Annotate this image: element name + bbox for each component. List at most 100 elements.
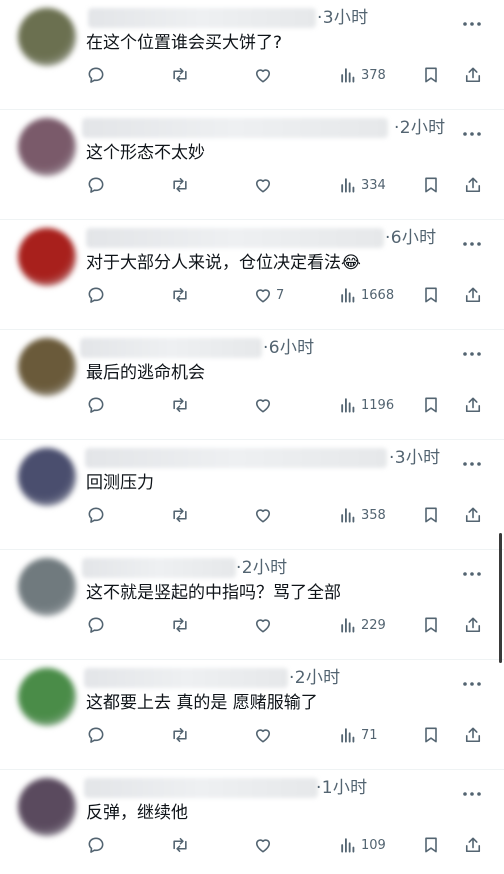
more-icon[interactable] [462, 782, 482, 796]
views-button[interactable]: 334 [338, 172, 386, 198]
avatar[interactable] [18, 778, 76, 836]
retweet-button[interactable] [170, 62, 190, 88]
reply-icon [86, 615, 106, 635]
views-button[interactable]: 1668 [338, 282, 394, 308]
blurred-username[interactable] [80, 338, 262, 358]
bookmark-button[interactable] [421, 392, 441, 418]
share-button[interactable] [463, 172, 483, 198]
timestamp[interactable]: ·3小时 [317, 3, 368, 28]
timestamp[interactable]: ·6小时 [263, 333, 314, 358]
views-button[interactable]: 109 [338, 832, 386, 858]
retweet-button[interactable] [170, 612, 190, 638]
like-button[interactable] [253, 62, 276, 88]
retweet-icon [170, 725, 190, 745]
retweet-button[interactable] [170, 282, 190, 308]
retweet-button[interactable] [170, 722, 190, 748]
reply-button[interactable] [86, 172, 106, 198]
like-button[interactable] [253, 502, 276, 528]
avatar[interactable] [18, 448, 76, 506]
timestamp[interactable]: ·2小时 [394, 113, 445, 138]
bookmark-button[interactable] [421, 172, 441, 198]
more-icon[interactable] [462, 342, 482, 356]
blurred-username[interactable] [85, 448, 387, 468]
avatar[interactable] [18, 668, 76, 726]
blurred-username[interactable] [88, 8, 316, 28]
share-button[interactable] [463, 502, 483, 528]
views-button[interactable]: 358 [338, 502, 386, 528]
reply-tweet[interactable]: ·2小时 这不就是竖起的中指吗？骂了全部 229 [0, 550, 504, 660]
views-icon [338, 175, 358, 195]
views-icon [338, 835, 358, 855]
more-icon[interactable] [462, 232, 482, 246]
like-count: 7 [276, 287, 285, 303]
avatar[interactable] [18, 228, 76, 286]
reply-tweet[interactable]: ·3小时回测压力 358 [0, 440, 504, 550]
avatar[interactable] [18, 558, 76, 616]
retweet-button[interactable] [170, 832, 190, 858]
like-button[interactable]: 7 [253, 282, 284, 308]
blurred-username[interactable] [86, 228, 384, 248]
timestamp[interactable]: ·2小时 [289, 663, 340, 688]
share-button[interactable] [463, 282, 483, 308]
blurred-username[interactable] [82, 558, 236, 578]
blurred-username[interactable] [84, 668, 288, 688]
bookmark-button[interactable] [421, 282, 441, 308]
timestamp[interactable]: ·2小时 [236, 553, 287, 578]
retweet-button[interactable] [170, 502, 190, 528]
more-icon[interactable] [462, 562, 482, 576]
like-button[interactable] [253, 172, 276, 198]
avatar[interactable] [18, 8, 76, 66]
views-button[interactable]: 229 [338, 612, 386, 638]
reply-tweet[interactable]: ·2小时 这个形态不太妙 334 [0, 110, 504, 220]
more-icon[interactable] [462, 452, 482, 466]
reply-tweet[interactable]: ·1小时 反弹，继续他 109 [0, 770, 504, 874]
reply-tweet[interactable]: ·2小时 这都要上去 真的是 愿赌服输了 71 [0, 660, 504, 770]
share-button[interactable] [463, 832, 483, 858]
views-button[interactable]: 71 [338, 722, 378, 748]
bookmark-icon [421, 835, 441, 855]
like-button[interactable] [253, 612, 276, 638]
avatar[interactable] [18, 338, 76, 396]
reply-button[interactable] [86, 392, 106, 418]
share-button[interactable] [463, 612, 483, 638]
reply-button[interactable] [86, 282, 106, 308]
more-icon[interactable] [462, 672, 482, 686]
bookmark-button[interactable] [421, 502, 441, 528]
reply-button[interactable] [86, 832, 106, 858]
views-button[interactable]: 378 [338, 62, 386, 88]
bookmark-button[interactable] [421, 612, 441, 638]
blurred-username[interactable] [82, 118, 388, 138]
more-icon[interactable] [462, 12, 482, 26]
bookmark-button[interactable] [421, 62, 441, 88]
reply-button[interactable] [86, 502, 106, 528]
views-button[interactable]: 1196 [338, 392, 394, 418]
bookmark-button[interactable] [421, 722, 441, 748]
retweet-button[interactable] [170, 392, 190, 418]
like-button[interactable] [253, 832, 276, 858]
views-count: 1668 [361, 287, 395, 303]
timestamp[interactable]: ·1小时 [316, 773, 367, 798]
reply-button[interactable] [86, 722, 106, 748]
reply-tweet[interactable]: ·3小时 在这个位置谁会买大饼了? 378 [0, 0, 504, 110]
views-count: 71 [361, 727, 378, 743]
share-button[interactable] [463, 62, 483, 88]
blurred-username[interactable] [84, 778, 318, 798]
like-button[interactable] [253, 722, 276, 748]
share-button[interactable] [463, 392, 483, 418]
scrollbar[interactable] [499, 533, 502, 663]
reply-button[interactable] [86, 612, 106, 638]
reply-button[interactable] [86, 62, 106, 88]
views-count: 334 [361, 177, 386, 193]
like-icon [253, 175, 273, 195]
share-button[interactable] [463, 722, 483, 748]
timestamp[interactable]: ·3小时 [389, 443, 440, 468]
reply-tweet[interactable]: ·6小时 对于大部分人来说，仓位决定看法😂 7 1668 [0, 220, 504, 330]
tweet-text: 回测压力 [86, 473, 154, 493]
retweet-button[interactable] [170, 172, 190, 198]
avatar[interactable] [18, 118, 76, 176]
more-icon[interactable] [462, 122, 482, 136]
like-button[interactable] [253, 392, 276, 418]
timestamp[interactable]: ·6小时 [385, 223, 436, 248]
reply-tweet[interactable]: ·6小时 最后的逃命机会 1196 [0, 330, 504, 440]
bookmark-button[interactable] [421, 832, 441, 858]
